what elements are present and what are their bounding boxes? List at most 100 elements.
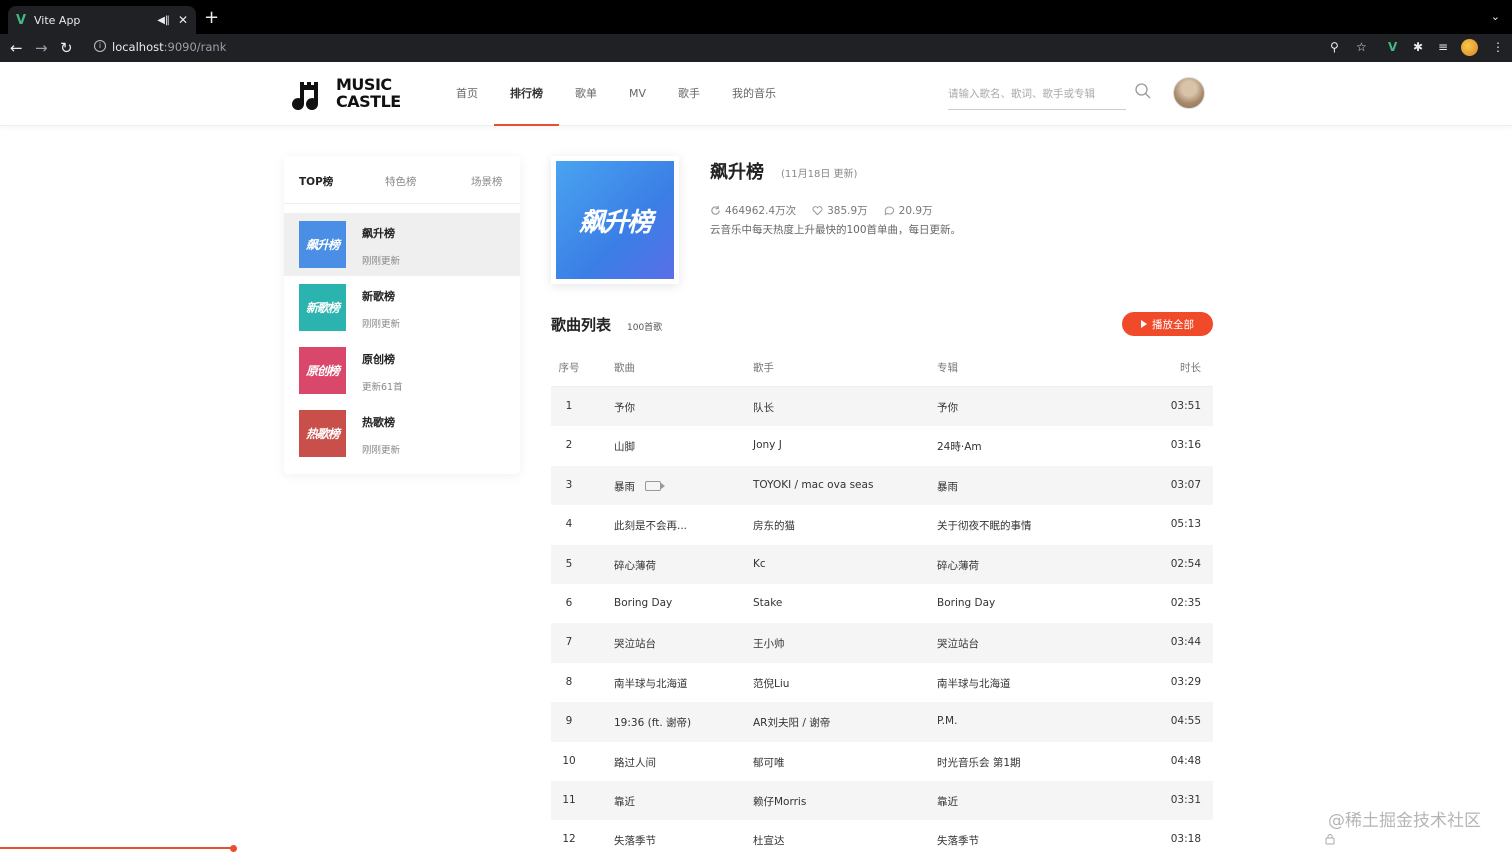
song-title[interactable]: 暴雨 xyxy=(614,479,665,494)
tab-search-icon[interactable]: ⌄ xyxy=(1491,10,1500,23)
song-album[interactable]: 暴雨 xyxy=(937,479,958,494)
user-avatar[interactable] xyxy=(1173,77,1205,109)
tab-scene[interactable]: 场景榜 xyxy=(471,174,503,189)
song-title[interactable]: 此刻是不会再... xyxy=(614,518,687,533)
song-artist[interactable]: Kc xyxy=(753,558,766,570)
table-row[interactable]: 3 暴雨 TOYOKI / mac ova seas 暴雨 03:07 xyxy=(551,465,1213,506)
song-album[interactable]: 关于彻夜不眠的事情 xyxy=(937,518,1032,533)
table-row[interactable]: 9 19:36 (ft. 谢帝) AR刘夫阳 / 谢帝 P.M. 04:55 xyxy=(551,702,1213,742)
song-artist[interactable]: 范倪Liu xyxy=(753,676,789,691)
song-duration: 03:29 xyxy=(1171,676,1201,688)
rank-list-item[interactable]: 原创榜 原创榜 更新61首 xyxy=(284,339,520,402)
castle-music-note-icon xyxy=(292,82,319,111)
song-artist[interactable]: 房东的猫 xyxy=(753,518,795,533)
song-title[interactable]: 失落季节 xyxy=(614,833,656,848)
song-album[interactable]: Boring Day xyxy=(937,597,995,609)
vue-devtools-icon[interactable]: V xyxy=(1388,40,1397,54)
song-artist[interactable]: 王小帅 xyxy=(753,636,785,651)
table-row[interactable]: 10 路过人间 郁可唯 时光音乐会 第1期 04:48 xyxy=(551,742,1213,781)
song-title[interactable]: 哭泣站台 xyxy=(614,636,656,651)
table-row[interactable]: 8 南半球与北海道 范倪Liu 南半球与北海道 03:29 xyxy=(551,663,1213,702)
song-duration: 03:07 xyxy=(1171,479,1201,491)
rank-list-item[interactable]: 飙升榜 飙升榜 刚刚更新 xyxy=(284,213,520,276)
reading-list-icon[interactable]: ≡ xyxy=(1438,40,1448,54)
search-input[interactable] xyxy=(948,88,1118,100)
song-album[interactable]: 南半球与北海道 xyxy=(937,676,1011,691)
lock-icon[interactable] xyxy=(1324,833,1336,845)
song-index-text: 12 xyxy=(562,833,576,846)
rank-list-item[interactable]: 新歌榜 新歌榜 刚刚更新 xyxy=(284,276,520,339)
song-album[interactable]: 时光音乐会 第1期 xyxy=(937,755,1021,770)
song-album[interactable]: 24時·Am xyxy=(937,439,982,454)
address-bar[interactable]: i localhost:9090/rank xyxy=(86,36,1376,60)
song-album-text: 关于彻夜不眠的事情 xyxy=(937,520,1032,533)
rank-list-item[interactable]: 热歌榜 热歌榜 刚刚更新 xyxy=(284,402,520,465)
song-artist[interactable]: AR刘夫阳 / 谢帝 xyxy=(753,715,830,730)
song-title[interactable]: Boring Day xyxy=(614,597,672,609)
song-title[interactable]: 山脚 xyxy=(614,439,635,454)
profile-icon[interactable] xyxy=(1461,39,1478,56)
table-row[interactable]: 11 靠近 赖仔Morris 靠近 03:31 xyxy=(551,780,1213,821)
key-icon[interactable]: ⚲ xyxy=(1330,40,1339,54)
song-title-text: Boring Day xyxy=(614,596,673,609)
table-row[interactable]: 2 山脚 Jony J 24時·Am 03:16 xyxy=(551,426,1213,465)
player-progress-bar[interactable] xyxy=(0,847,236,849)
site-info-icon[interactable]: i xyxy=(94,40,106,52)
song-artist[interactable]: Stake xyxy=(753,597,782,609)
song-title[interactable]: 碎心薄荷 xyxy=(614,558,656,573)
logo[interactable]: MUSIC CASTLE xyxy=(292,74,402,114)
table-row[interactable]: 12 失落季节 杜宣达 失落季节 03:18 xyxy=(551,820,1213,859)
reload-icon[interactable]: ↻ xyxy=(60,38,73,58)
new-tab-icon[interactable]: + xyxy=(204,8,219,28)
browser-tab[interactable]: V Vite App ◀‖ ✕ xyxy=(8,6,196,34)
song-artist[interactable]: Jony J xyxy=(753,439,782,451)
search-icon[interactable] xyxy=(1134,82,1152,100)
back-icon[interactable]: ← xyxy=(10,38,23,58)
nav-item[interactable]: 歌单 xyxy=(559,62,613,126)
song-artist-text: 队长 xyxy=(753,402,774,414)
song-title[interactable]: 予你 xyxy=(614,400,635,415)
tab-top[interactable]: TOP榜 xyxy=(299,174,334,189)
song-album[interactable]: 靠近 xyxy=(937,794,958,809)
nav-item[interactable]: 歌手 xyxy=(662,62,716,126)
song-artist[interactable]: 队长 xyxy=(753,400,774,415)
song-album[interactable]: 失落季节 xyxy=(937,833,979,848)
table-row[interactable]: 7 哭泣站台 王小帅 哭泣站台 03:44 xyxy=(551,623,1213,663)
nav-item[interactable]: 首页 xyxy=(440,62,494,126)
forward-icon[interactable]: → xyxy=(35,38,48,58)
song-title[interactable]: 路过人间 xyxy=(614,755,656,770)
table-row[interactable]: 5 碎心薄荷 Kc 碎心薄荷 02:54 xyxy=(551,544,1213,584)
play-all-button[interactable]: 播放全部 xyxy=(1122,312,1213,336)
mv-video-icon[interactable] xyxy=(645,480,665,491)
table-row[interactable]: 1 予你 队长 予你 03:51 xyxy=(551,387,1213,427)
nav-item[interactable]: 我的音乐 xyxy=(716,62,792,126)
song-index-text: 1 xyxy=(565,400,573,412)
song-title[interactable]: 南半球与北海道 xyxy=(614,676,688,691)
extensions-puzzle-icon[interactable]: ✱ xyxy=(1413,40,1423,54)
song-title[interactable]: 靠近 xyxy=(614,794,635,809)
song-index-text: 4 xyxy=(565,518,573,531)
song-album[interactable]: 予你 xyxy=(937,400,958,415)
browser-menu-icon[interactable]: ⋮ xyxy=(1492,40,1504,54)
close-tab-icon[interactable]: ✕ xyxy=(178,13,188,27)
song-album[interactable]: 哭泣站台 xyxy=(937,636,979,651)
song-title[interactable]: 19:36 (ft. 谢帝) xyxy=(614,715,691,730)
rank-panel: TOP榜 特色榜 场景榜 飙升榜 飙升榜 刚刚更新 新歌榜 新歌榜 刚刚更新 原创榜 原创榜更… xyxy=(284,156,520,474)
song-album[interactable]: P.M. xyxy=(937,715,957,727)
nav-item[interactable]: MV xyxy=(613,62,662,126)
song-album-text: 哭泣站台 xyxy=(937,638,979,651)
song-duration-text: 03:29 xyxy=(1170,675,1201,688)
song-artist[interactable]: 郁可唯 xyxy=(753,755,785,770)
song-album[interactable]: 碎心薄荷 xyxy=(937,558,979,573)
nav-item[interactable]: 排行榜 xyxy=(494,62,559,126)
song-artist[interactable]: TOYOKI / mac ova seas xyxy=(753,479,873,491)
table-row[interactable]: 6 Boring Day Stake Boring Day 02:35 xyxy=(551,584,1213,623)
bookmark-star-icon[interactable]: ☆ xyxy=(1356,40,1367,54)
tab-featured[interactable]: 特色榜 xyxy=(385,174,417,189)
song-artist[interactable]: 杜宣达 xyxy=(753,833,785,848)
song-artist[interactable]: 赖仔Morris xyxy=(753,794,806,809)
song-title-text: 失落季节 xyxy=(614,835,656,848)
song-index: 11 xyxy=(551,794,587,806)
table-row[interactable]: 4 此刻是不会再... 房东的猫 关于彻夜不眠的事情 05:13 xyxy=(551,505,1213,544)
mute-tab-icon[interactable]: ◀‖ xyxy=(157,15,170,26)
